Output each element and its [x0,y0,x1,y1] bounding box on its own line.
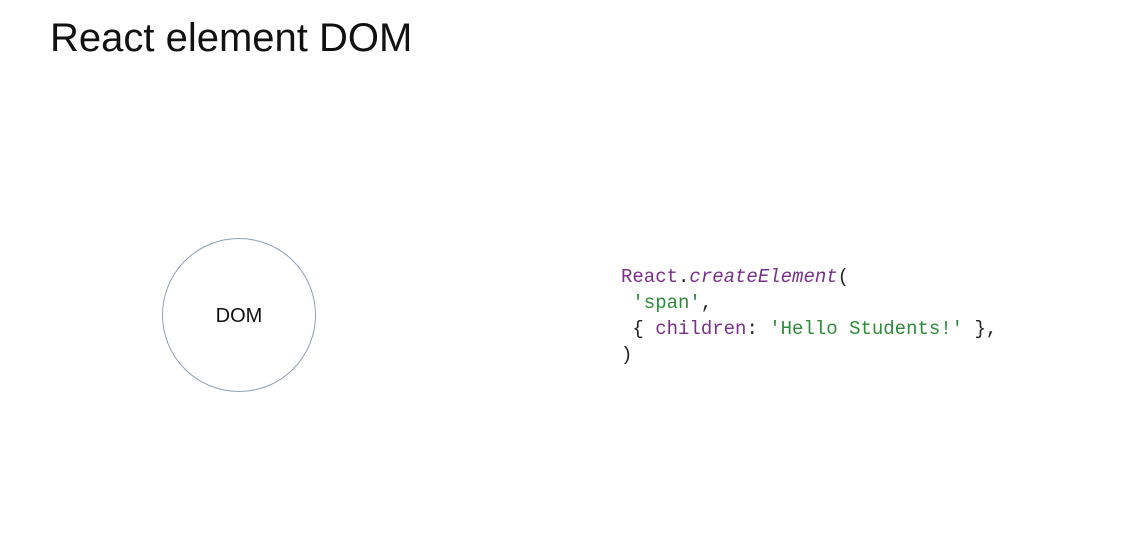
code-brace-close: }, [963,318,998,340]
code-paren-open: ( [837,266,850,288]
code-string-span: 'span' [632,292,701,314]
code-react-object: React [621,266,679,288]
code-snippet: React.createElement( 'span', { children:… [621,264,997,368]
code-comma: , [700,292,713,314]
code-line-1: React.createElement( [621,266,849,288]
code-children-key: children [655,318,747,340]
code-line-4: ) [621,344,632,366]
code-colon: : [746,318,770,340]
code-brace-open: { [632,318,656,340]
code-create-element-method: createElement [689,266,838,288]
code-string-hello: 'Hello Students!' [769,318,964,340]
code-dot: . [678,266,690,288]
code-line-3: { children: 'Hello Students!' }, [621,318,997,340]
code-line-2: 'span', [621,292,712,314]
dom-node-circle: DOM [162,238,316,392]
dom-node-label: DOM [215,304,263,327]
code-paren-close: ) [621,344,633,366]
slide-title: React element DOM [50,16,413,60]
